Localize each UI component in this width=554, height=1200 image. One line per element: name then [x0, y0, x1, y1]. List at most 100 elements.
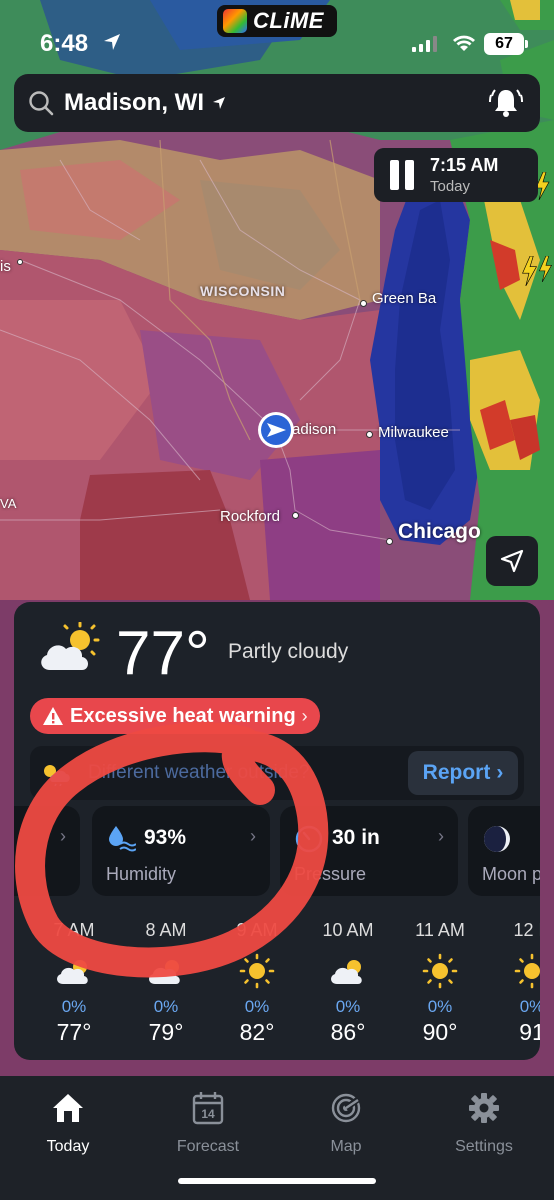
detail-tile[interactable]: › [14, 806, 80, 896]
tab-today[interactable]: Today [8, 1088, 128, 1156]
pressure-label: Pressure [294, 864, 367, 884]
hourly-forecast[interactable]: 7 AM 0% 77° 8 AM 0% 79° 9 AM 0% 82° 10 A… [14, 920, 540, 1050]
pause-icon[interactable] [390, 160, 414, 190]
weather-details-carousel[interactable]: › 93% Humidity › 30 in Pressure › Moon p [14, 806, 540, 896]
weather-report-prompt: Different weather outside? Report › [30, 746, 524, 800]
hour-time: 12 P [513, 920, 540, 940]
hourly-item: 8 AM 0% 79° [120, 920, 212, 1046]
status-time: 6:48 [40, 30, 89, 57]
hour-temp: 91 [519, 1019, 540, 1045]
moon-phase-tile[interactable]: Moon p [468, 806, 540, 896]
hour-precip: 0% [519, 997, 540, 1016]
report-button[interactable]: Report › [408, 751, 518, 795]
lightning-icon [539, 256, 552, 282]
moon-icon [484, 826, 510, 852]
hour-time: 11 AM [415, 920, 465, 940]
home-indicator[interactable] [178, 1178, 376, 1184]
tab-forecast[interactable]: 14 Forecast [148, 1088, 268, 1156]
hourly-item: 9 AM 0% 82° [211, 920, 303, 1046]
city-dot-milwaukee [366, 431, 373, 438]
humidity-tile[interactable]: 93% Humidity › [92, 806, 270, 896]
navigation-arrow-icon [500, 549, 524, 573]
hourly-item: 11 AM 0% 90° [394, 920, 486, 1046]
battery-indicator: 67 [484, 33, 528, 55]
hourly-item: 10 AM 0% 86° [302, 920, 394, 1046]
playback-time: 7:15 AM [430, 155, 499, 175]
tab-label: Today [46, 1138, 90, 1155]
brand-badge: CLiME [217, 5, 337, 37]
location-arrow-icon [213, 97, 225, 109]
tab-label: Forecast [176, 1138, 240, 1155]
playback-day: Today [430, 178, 471, 195]
sun-icon [239, 953, 275, 989]
radar-icon [331, 1093, 362, 1123]
sun-icon [422, 953, 458, 989]
hourly-item: 12 P 0% 91 [486, 920, 540, 1046]
tab-map[interactable]: Map [286, 1088, 406, 1156]
search-icon [29, 91, 54, 116]
tab-settings[interactable]: Settings [424, 1088, 544, 1156]
tab-label: Map [330, 1138, 362, 1155]
city-dot-green-bay [360, 300, 367, 307]
chevron-right-icon: › [438, 826, 444, 846]
humidity-value: 93% [144, 826, 187, 849]
hourly-item: 7 AM 0% 77° [28, 920, 120, 1046]
partly-cloudy-icon [41, 622, 100, 670]
current-temperature: 77° [116, 619, 210, 688]
cellular-signal-icon [412, 36, 437, 52]
location-search-bar[interactable]: Madison, WI [14, 74, 540, 132]
current-location-marker-icon[interactable] [256, 410, 296, 450]
map-label-madison: adison [292, 421, 337, 438]
partly-cloudy-icon [331, 960, 362, 984]
hour-precip: 0% [335, 997, 361, 1016]
gear-icon [469, 1093, 499, 1123]
hour-temp: 90° [422, 1019, 458, 1045]
alert-bell-icon[interactable] [488, 86, 524, 120]
sun-cloud-rain-icon [44, 765, 70, 786]
report-button-label: Report [422, 761, 491, 784]
chevron-right-icon: › [301, 705, 308, 726]
pressure-value: 30 in [332, 826, 380, 849]
hour-time: 7 AM [53, 920, 95, 940]
calendar-icon: 14 [192, 1092, 224, 1125]
moon-phase-label: Moon p [482, 864, 540, 884]
radar-playback-control[interactable]: 7:15 AM Today [374, 148, 538, 202]
map-label-wisconsin: WISCONSIN [200, 283, 286, 299]
sun-icon [514, 953, 540, 989]
map-label-rockford: Rockford [220, 508, 281, 525]
hour-precip: 0% [153, 997, 179, 1016]
city-dot-chicago [386, 538, 393, 545]
heat-warning-alert[interactable]: Excessive heat warning › [30, 698, 320, 734]
location-arrow-icon [104, 34, 120, 50]
hour-precip: 0% [61, 997, 87, 1016]
chevron-right-icon: › [496, 761, 504, 784]
map-label-milwaukee: Milwaukee [378, 424, 449, 441]
hour-precip: 0% [427, 997, 453, 1016]
map-label-chicago: Chicago [398, 520, 481, 543]
partly-cloudy-icon [57, 960, 88, 984]
water-drop-icon [109, 826, 136, 852]
hour-temp: 86° [330, 1019, 366, 1045]
map-label-green-bay: Green Ba [372, 290, 437, 307]
current-weather-card: 77° Partly cloudy Excessive heat warning… [14, 602, 540, 1060]
app-logo-icon [223, 9, 247, 33]
city-dot-rockford [292, 512, 299, 519]
home-icon [53, 1094, 83, 1122]
hour-time: 8 AM [145, 920, 187, 940]
location-name: Madison, WI [64, 89, 204, 116]
hour-time: 9 AM [236, 920, 278, 940]
chevron-right-icon: › [60, 826, 66, 846]
hour-temp: 77° [56, 1019, 92, 1045]
gauge-icon [295, 825, 323, 853]
map-label-edge-mid: VA [0, 496, 17, 511]
pressure-tile[interactable]: 30 in Pressure › [280, 806, 458, 896]
tab-label: Settings [455, 1138, 513, 1155]
hour-time: 10 AM [322, 920, 374, 940]
warning-triangle-icon [43, 707, 63, 725]
locate-me-button[interactable] [486, 536, 538, 586]
warning-text: Excessive heat warning [70, 704, 296, 727]
hour-temp: 82° [239, 1019, 275, 1045]
humidity-label: Humidity [106, 864, 177, 884]
map-label-edge-top: is [0, 258, 11, 275]
brand-name: CLiME [253, 8, 324, 33]
